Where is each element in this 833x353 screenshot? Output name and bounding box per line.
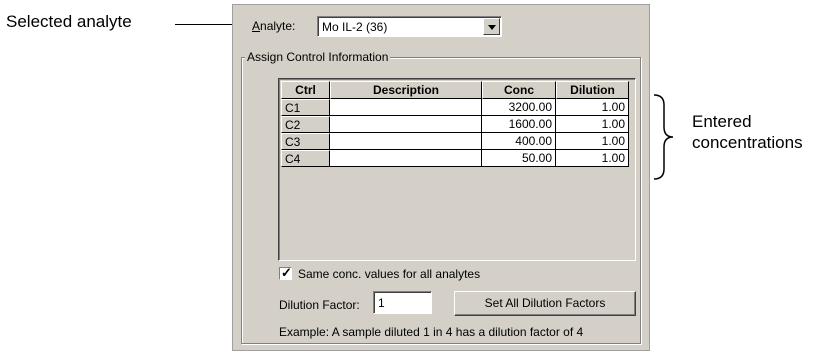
analyte-select-value: Mo IL-2 (36) <box>322 20 388 34</box>
dilution-example-text: Example: A sample diluted 1 in 4 has a d… <box>279 325 584 339</box>
description-cell[interactable] <box>330 116 482 133</box>
description-cell[interactable] <box>330 133 482 150</box>
entered-concentrations-callout-line1: Entered <box>692 112 752 131</box>
analyte-dropdown-button[interactable] <box>483 18 500 35</box>
entered-concentrations-callout-line2: concentrations <box>692 133 803 152</box>
chevron-down-icon <box>488 25 496 30</box>
same-conc-label[interactable]: Same conc. values for all analytes <box>298 267 480 281</box>
description-cell[interactable] <box>330 150 482 167</box>
column-header-conc[interactable]: Conc <box>482 81 556 99</box>
table-row: C2 1600.00 1.00 <box>281 116 629 133</box>
dilution-cell[interactable]: 1.00 <box>556 150 629 167</box>
analyte-select[interactable]: Mo IL-2 (36) <box>317 16 502 37</box>
column-header-description[interactable]: Description <box>330 81 482 99</box>
row-header-ctrl[interactable]: C4 <box>281 150 330 167</box>
conc-cell[interactable]: 1600.00 <box>482 116 556 133</box>
dilution-cell[interactable]: 1.00 <box>556 133 629 150</box>
selected-analyte-callout: Selected analyte <box>6 12 132 31</box>
conc-cell[interactable]: 400.00 <box>482 133 556 150</box>
analyte-label: Analyte: <box>252 19 296 33</box>
dilution-cell[interactable]: 1.00 <box>556 99 629 116</box>
control-grid[interactable]: Ctrl Description Conc Dilution C1 3200.0… <box>278 78 636 261</box>
assign-control-panel: Analyte: Mo IL-2 (36) Assign Control Inf… <box>232 4 650 351</box>
group-title: Assign Control Information <box>245 50 391 64</box>
table-row: C1 3200.00 1.00 <box>281 99 629 116</box>
dilution-factor-label: Dilution Factor: <box>279 298 360 312</box>
same-conc-checkbox[interactable]: ✓ <box>279 265 292 280</box>
row-header-ctrl[interactable]: C2 <box>281 116 330 133</box>
column-header-dilution[interactable]: Dilution <box>556 81 629 99</box>
set-all-dilution-factors-button[interactable]: Set All Dilution Factors <box>454 291 636 316</box>
description-cell[interactable] <box>330 99 482 116</box>
row-header-ctrl[interactable]: C1 <box>281 99 330 116</box>
table-row: C3 400.00 1.00 <box>281 133 629 150</box>
dilution-cell[interactable]: 1.00 <box>556 116 629 133</box>
row-header-ctrl[interactable]: C3 <box>281 133 330 150</box>
conc-cell[interactable]: 3200.00 <box>482 99 556 116</box>
table-row: C4 50.00 1.00 <box>281 150 629 167</box>
checkmark-icon: ✓ <box>281 265 292 280</box>
callout-arrow-line <box>175 24 233 25</box>
dilution-factor-input[interactable]: 1 <box>373 291 432 314</box>
column-header-ctrl[interactable]: Ctrl <box>281 81 330 99</box>
conc-cell[interactable]: 50.00 <box>482 150 556 167</box>
grid-header-row: Ctrl Description Conc Dilution <box>281 81 629 99</box>
right-brace-icon <box>653 94 674 180</box>
